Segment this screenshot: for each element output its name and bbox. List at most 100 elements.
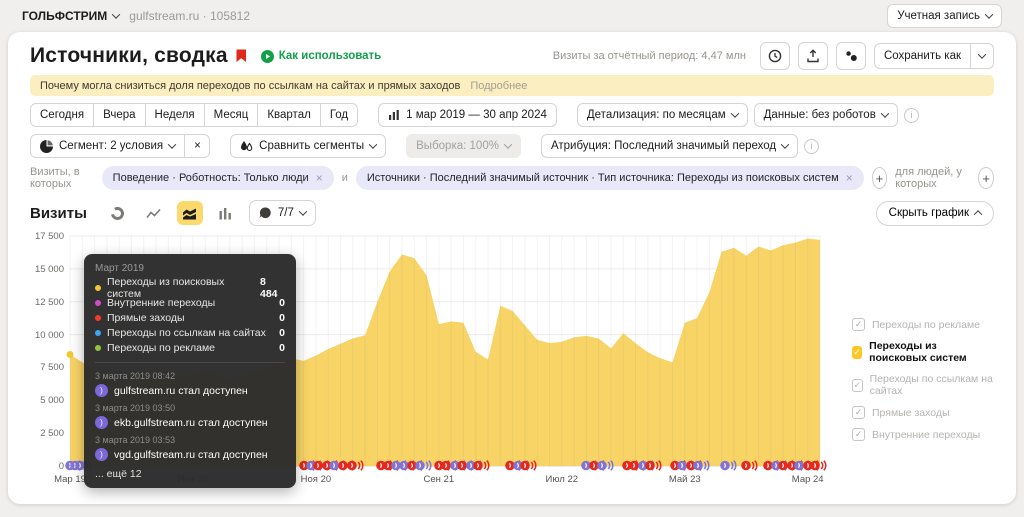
annotation-text: vgd.gulfstream.ru стал доступен	[114, 449, 268, 461]
filter-chip-robots[interactable]: Поведение · Роботность: Только люди ×	[102, 166, 334, 190]
segment-button[interactable]: Сегмент: 2 условия	[30, 134, 185, 158]
comment-icon	[259, 207, 272, 219]
axis-annotation-marker[interactable]	[520, 459, 537, 472]
remove-filter-icon[interactable]: ×	[846, 171, 853, 185]
line-chart-icon	[146, 207, 161, 220]
goals-select[interactable]: 7/7	[249, 200, 316, 226]
annotation-text: ekb.gulfstream.ru стал доступен	[114, 417, 268, 429]
chevron-down-icon	[781, 140, 789, 148]
axis-annotation-marker[interactable]	[645, 459, 662, 472]
data-mode-select[interactable]: Данные: без роботов	[754, 103, 898, 127]
legend-item[interactable]: ✓Переходы по рекламе	[852, 318, 994, 331]
view-pie-button[interactable]	[105, 201, 131, 225]
preset-сегодня[interactable]: Сегодня	[30, 103, 94, 127]
preset-вчера[interactable]: Вчера	[93, 103, 145, 127]
preset-год[interactable]: Год	[320, 103, 358, 127]
axis-annotation-marker[interactable]	[597, 459, 614, 472]
export-icon	[806, 49, 820, 63]
view-line-button[interactable]	[141, 201, 167, 225]
chart-title: Визиты	[30, 205, 87, 222]
bookmark-icon[interactable]	[236, 49, 247, 63]
axis-annotation-marker[interactable]	[415, 459, 432, 472]
chart-tooltip: Март 2019 Переходы из поисковых систем8 …	[84, 254, 296, 488]
remove-filter-icon[interactable]: ×	[316, 171, 323, 185]
x-axis-label: Июл 22	[539, 474, 585, 485]
hide-chart-button[interactable]: Скрыть график	[876, 201, 994, 226]
preset-квартал[interactable]: Квартал	[257, 103, 320, 127]
filter-chip-source[interactable]: Источники · Последний значимый источник …	[356, 166, 864, 190]
annotation-time: 3 марта 2019 08:42	[95, 371, 285, 381]
save-as-arrow-button[interactable]	[971, 43, 994, 69]
history-button[interactable]	[760, 42, 790, 70]
chart-legend: ✓Переходы по рекламе ✓Переходы из поисков…	[852, 318, 994, 450]
preset-неделя[interactable]: Неделя	[145, 103, 205, 127]
legend-checkbox[interactable]: ✓	[852, 428, 865, 441]
period-presets: СегодняВчераНеделяМесяцКварталГод	[30, 103, 358, 127]
series-label: Переходы по ссылкам на сайтах	[107, 327, 266, 339]
chevron-down-icon	[978, 50, 986, 58]
legend-checkbox[interactable]: ✓	[852, 346, 862, 359]
segment-clear-button[interactable]: ×	[184, 134, 210, 158]
visits-period-label: Визиты за отчётный период: 4,47 млн	[553, 50, 746, 62]
account-button[interactable]: Учетная запись	[887, 4, 1002, 28]
legend-checkbox[interactable]: ✓	[852, 379, 863, 392]
legend-item[interactable]: ✓Переходы по ссылкам на сайтах	[852, 373, 994, 397]
x-axis-label: Ноя 20	[293, 474, 339, 485]
how-to-use-link[interactable]: Как использовать	[261, 50, 382, 63]
detail-select[interactable]: Детализация: по месяцам	[577, 103, 748, 127]
date-range-button[interactable]: 1 мар 2019 — 30 апр 2024	[378, 103, 557, 127]
data-mode-label: Данные: без роботов	[764, 109, 876, 121]
save-as-button[interactable]: Сохранить как	[874, 43, 971, 69]
legend-checkbox[interactable]: ✓	[852, 318, 865, 331]
export-button[interactable]	[798, 42, 828, 70]
page-title: Источники, сводка	[30, 44, 228, 68]
axis-annotation-marker[interactable]	[810, 459, 827, 472]
view-stacked-area-button[interactable]	[177, 201, 203, 225]
add-user-filter-button[interactable]: +	[978, 167, 994, 189]
info-icon[interactable]: i	[804, 139, 819, 154]
chevron-down-icon	[985, 10, 993, 18]
sampling-select[interactable]: Выборка: 100%	[406, 134, 521, 158]
top-bar: ГОЛЬФСТРИМ gulfstream.ru · 105812 Учетна…	[0, 0, 1024, 32]
annotation-row: )gulfstream.ru стал доступен	[95, 384, 285, 397]
view-columns-button[interactable]	[213, 201, 239, 225]
legend-item[interactable]: ✓Прямые заходы	[852, 406, 994, 419]
save-as-label: Сохранить как	[884, 50, 961, 62]
annotation-time: 3 марта 2019 03:53	[95, 435, 285, 445]
legend-item[interactable]: ✓Переходы из поисковых систем	[852, 340, 994, 364]
axis-annotation-marker[interactable]	[741, 459, 758, 472]
widgets-button[interactable]	[836, 42, 866, 70]
y-axis-label: 15 000	[30, 264, 64, 275]
info-icon[interactable]: i	[904, 108, 919, 123]
attribution-label: Атрибуция: Последний значимый переход	[551, 140, 776, 152]
annotation-icon: )	[95, 384, 108, 397]
preset-месяц[interactable]: Месяц	[204, 103, 259, 127]
how-to-use-label: Как использовать	[279, 50, 382, 62]
counter-switcher[interactable]: ГОЛЬФСТРИМ	[22, 9, 119, 23]
columns-chart-icon	[218, 207, 233, 220]
axis-annotation-marker[interactable]	[473, 459, 490, 472]
series-value: 0	[279, 342, 285, 354]
site-label: gulfstream.ru · 105812	[129, 9, 250, 23]
hovered-point-marker[interactable]	[67, 351, 74, 358]
series-label: Внутренние переходы	[107, 297, 215, 309]
clock-icon	[768, 49, 782, 63]
axis-annotation-marker[interactable]	[693, 459, 710, 472]
annotation-row: )vgd.gulfstream.ru стал доступен	[95, 448, 285, 461]
attribution-select[interactable]: Атрибуция: Последний значимый переход	[541, 134, 798, 158]
axis-annotation-marker[interactable]	[347, 459, 364, 472]
chevron-down-icon	[168, 140, 176, 148]
tooltip-series-row: Внутренние переходы0	[95, 295, 285, 310]
legend-checkbox[interactable]: ✓	[852, 406, 865, 419]
notice-more-link[interactable]: Подробнее	[470, 80, 527, 92]
x-axis-label: Сен 21	[416, 474, 462, 485]
add-visit-filter-button[interactable]: +	[872, 167, 888, 189]
legend-item[interactable]: ✓ Внутренние переходы	[852, 428, 994, 441]
axis-annotation-marker[interactable]	[720, 459, 737, 472]
chevron-up-icon	[974, 210, 982, 218]
compare-segments-button[interactable]: Сравнить сегменты	[230, 134, 386, 158]
detail-label: Детализация: по месяцам	[587, 109, 726, 121]
tooltip-more-label: ... ещё 12	[95, 468, 285, 480]
legend-label: Внутренние переходы	[872, 429, 980, 441]
annotation-bubble-icon	[720, 459, 737, 472]
